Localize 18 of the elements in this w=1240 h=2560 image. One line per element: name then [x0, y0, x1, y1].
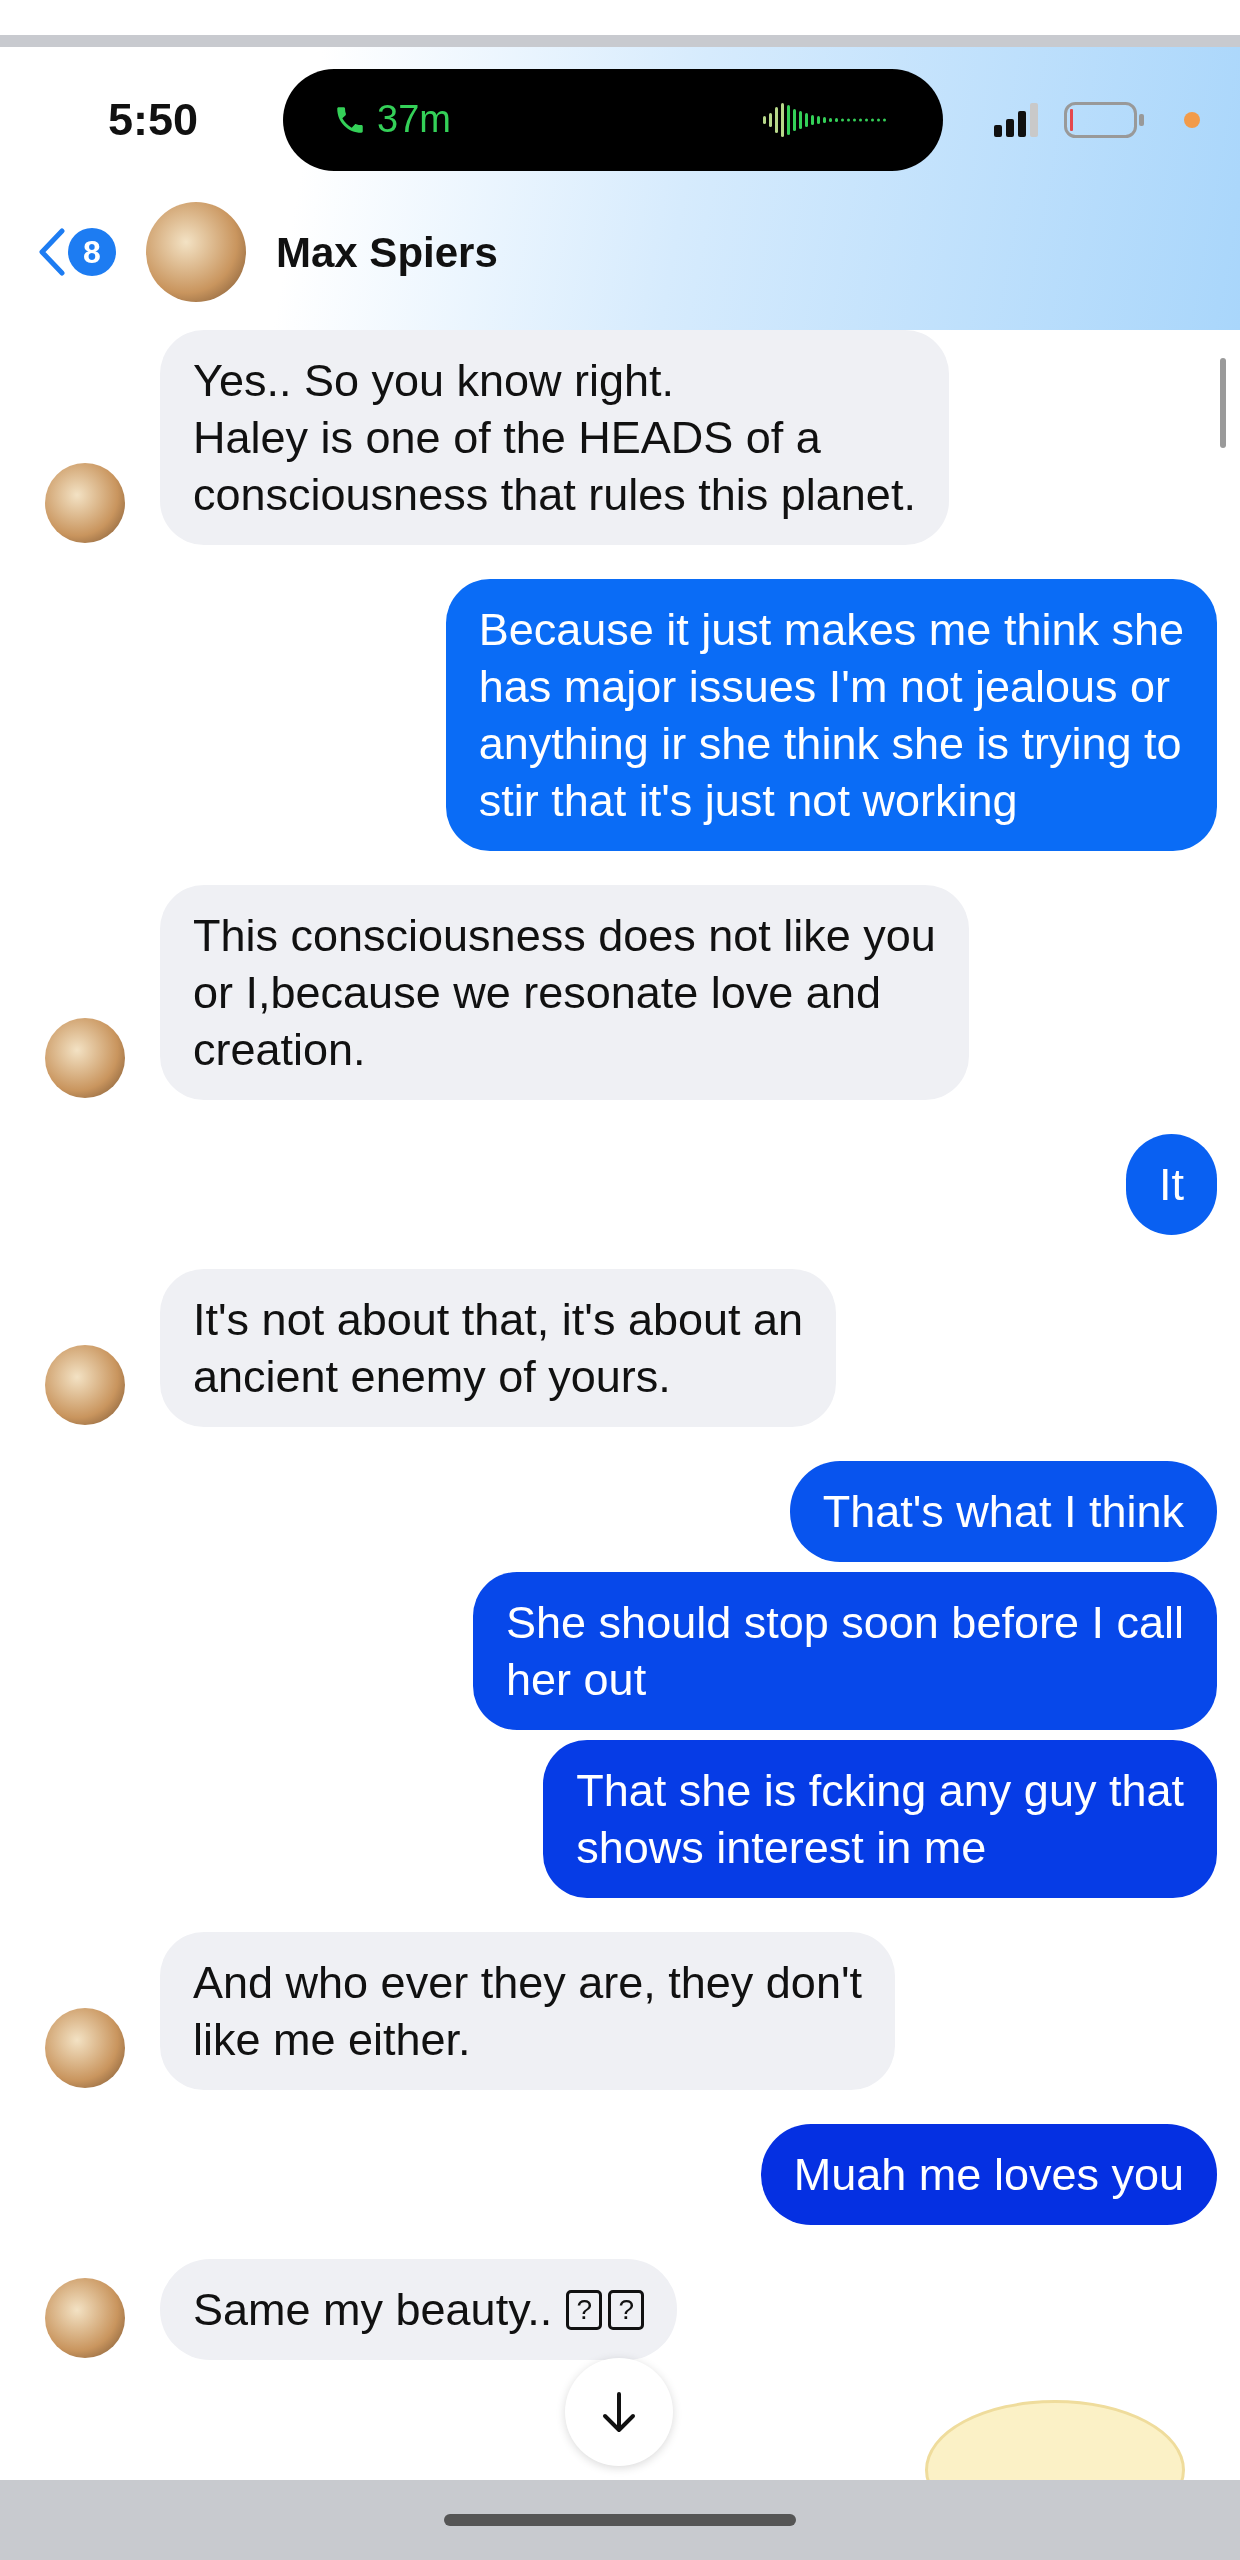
- message-text: And who ever they are, they don't like me either.: [193, 1956, 862, 2067]
- message-text: That she is fcking any guy that shows interest in me: [576, 1764, 1184, 1875]
- contact-name[interactable]: Max Spiers: [276, 220, 498, 284]
- message-text: It: [1159, 1158, 1184, 1212]
- message-text: This consciousness does not like you or I,because we resonate love and creation.: [193, 909, 936, 1077]
- message-text: Yes.. So you know right. Haley is one of the HEADS of a consciousness that rules this planet.: [193, 354, 916, 522]
- message-text: Because it just makes me think she has major issues I'm not jealous or anything ir she think she is trying to stir that it's just not working: [478, 603, 1184, 828]
- missing-glyph: ?: [608, 2289, 645, 2330]
- message-text: It's not about that, it's about an ancient enemy of yours.: [193, 1293, 804, 1404]
- status-time: 5:50: [108, 92, 200, 147]
- message-text: That's what I think: [822, 1485, 1184, 1539]
- call-pill[interactable]: 37m: [283, 68, 943, 171]
- message-text: Muah me loves you: [793, 2148, 1184, 2202]
- message-text: She should stop soon before I call her out: [506, 1596, 1184, 1707]
- missing-glyph: ?: [566, 2289, 603, 2330]
- message-text: Same my beauty..: [193, 2283, 553, 2337]
- call-duration: 37m: [377, 97, 451, 142]
- unread-badge[interactable]: 8: [68, 228, 116, 276]
